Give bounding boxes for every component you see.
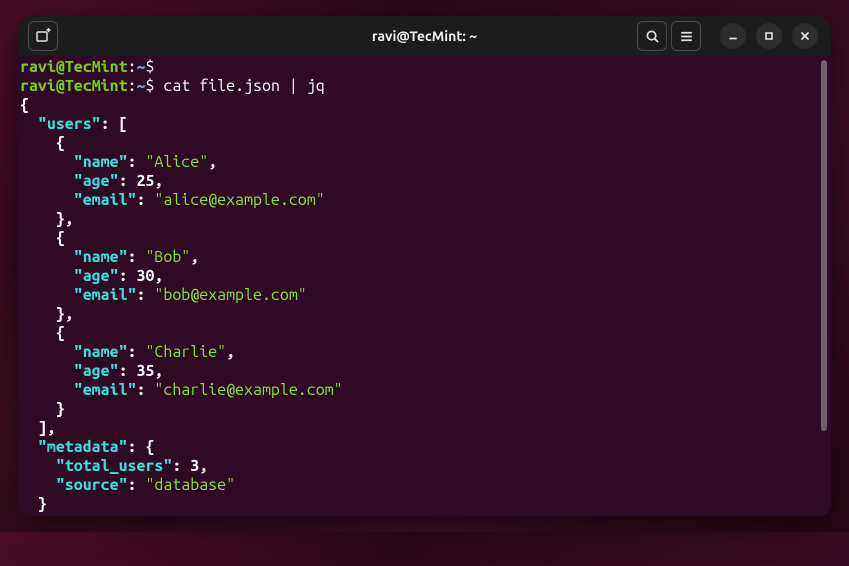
prompt-user: ravi — [20, 77, 56, 95]
prompt-colon: : — [128, 77, 137, 95]
json-punct: : — [137, 381, 155, 399]
prompt-dollar: $ — [145, 58, 154, 76]
json-punct: { — [20, 324, 65, 342]
json-key-users: "users" — [38, 115, 101, 133]
prompt-dollar: $ — [145, 77, 154, 95]
json-punct: { — [20, 229, 65, 247]
json-value: "database" — [145, 476, 235, 494]
json-punct: : — [137, 191, 155, 209]
json-punct: , — [154, 362, 163, 380]
json-key-email: "email" — [74, 191, 137, 209]
json-punct: : — [119, 267, 137, 285]
json-value: "alice@example.com" — [154, 191, 324, 209]
json-punct: }, — [20, 210, 74, 228]
hamburger-menu-icon — [679, 29, 694, 44]
json-key-name: "name" — [74, 248, 128, 266]
json-punct: : — [119, 172, 137, 190]
json-punct: , — [199, 457, 208, 475]
json-punct: : — [119, 362, 137, 380]
scrollbar-thumb[interactable] — [821, 60, 827, 431]
close-icon — [799, 30, 811, 42]
json-key-email: "email" — [74, 286, 137, 304]
terminal-window: ravi@TecMint: ~ — [18, 16, 831, 516]
json-key-age: "age" — [74, 362, 119, 380]
json-value: "Alice" — [145, 153, 208, 171]
new-tab-icon — [35, 28, 51, 44]
json-value: "Charlie" — [145, 343, 226, 361]
prompt-at: @ — [56, 58, 65, 76]
json-key-metadata: "metadata" — [38, 438, 128, 456]
json-punct: : { — [128, 438, 155, 456]
json-value: 25 — [137, 172, 155, 190]
search-icon — [645, 29, 660, 44]
json-value: 35 — [137, 362, 155, 380]
json-punct: , — [226, 343, 235, 361]
scrollbar-track[interactable] — [821, 60, 827, 496]
minimize-icon — [727, 30, 739, 42]
json-punct: : — [128, 153, 146, 171]
prompt-colon: : — [128, 58, 137, 76]
close-button[interactable] — [792, 23, 818, 49]
titlebar-right-group — [635, 21, 823, 51]
search-button[interactable] — [637, 21, 667, 51]
maximize-button[interactable] — [756, 23, 782, 49]
json-punct: } — [20, 400, 65, 418]
json-punct: : — [128, 248, 146, 266]
prompt-host: TecMint — [65, 77, 128, 95]
prompt-at: @ — [56, 77, 65, 95]
menu-button[interactable] — [671, 21, 701, 51]
json-key-age: "age" — [74, 172, 119, 190]
json-punct: }, — [20, 305, 74, 323]
json-value: 30 — [137, 267, 155, 285]
json-punct: } — [20, 495, 47, 513]
json-key-name: "name" — [74, 153, 128, 171]
titlebar-left-group — [26, 21, 60, 51]
json-punct: , — [208, 153, 217, 171]
json-punct: : — [172, 457, 190, 475]
minimize-button[interactable] — [720, 23, 746, 49]
json-key-total-users: "total_users" — [56, 457, 172, 475]
json-punct: , — [154, 267, 163, 285]
maximize-icon — [763, 30, 775, 42]
json-brace-open: { — [20, 96, 29, 114]
json-punct: , — [154, 172, 163, 190]
json-key-name: "name" — [74, 343, 128, 361]
terminal-content[interactable]: ravi@TecMint:~$ ravi@TecMint:~$ cat file… — [18, 56, 831, 516]
json-punct: ], — [20, 419, 56, 437]
titlebar: ravi@TecMint: ~ — [18, 16, 831, 56]
json-punct: : — [128, 343, 146, 361]
json-value: "charlie@example.com" — [154, 381, 342, 399]
json-value: "Bob" — [145, 248, 190, 266]
new-tab-button[interactable] — [28, 21, 58, 51]
json-key-source: "source" — [56, 476, 128, 494]
json-punct: : — [128, 476, 146, 494]
json-key-age: "age" — [74, 267, 119, 285]
prompt-user: ravi — [20, 58, 56, 76]
json-punct: , — [190, 248, 199, 266]
prompt-host: TecMint — [65, 58, 128, 76]
terminal-output: ravi@TecMint:~$ ravi@TecMint:~$ cat file… — [20, 58, 829, 514]
json-punct: : [ — [101, 115, 128, 133]
json-punct: { — [20, 134, 65, 152]
json-value: 3 — [190, 457, 199, 475]
json-punct: : — [137, 286, 155, 304]
json-value: "bob@example.com" — [154, 286, 306, 304]
json-key-email: "email" — [74, 381, 137, 399]
window-title: ravi@TecMint: ~ — [372, 28, 477, 44]
command-cat-jq: cat file.json | jq — [163, 77, 324, 95]
